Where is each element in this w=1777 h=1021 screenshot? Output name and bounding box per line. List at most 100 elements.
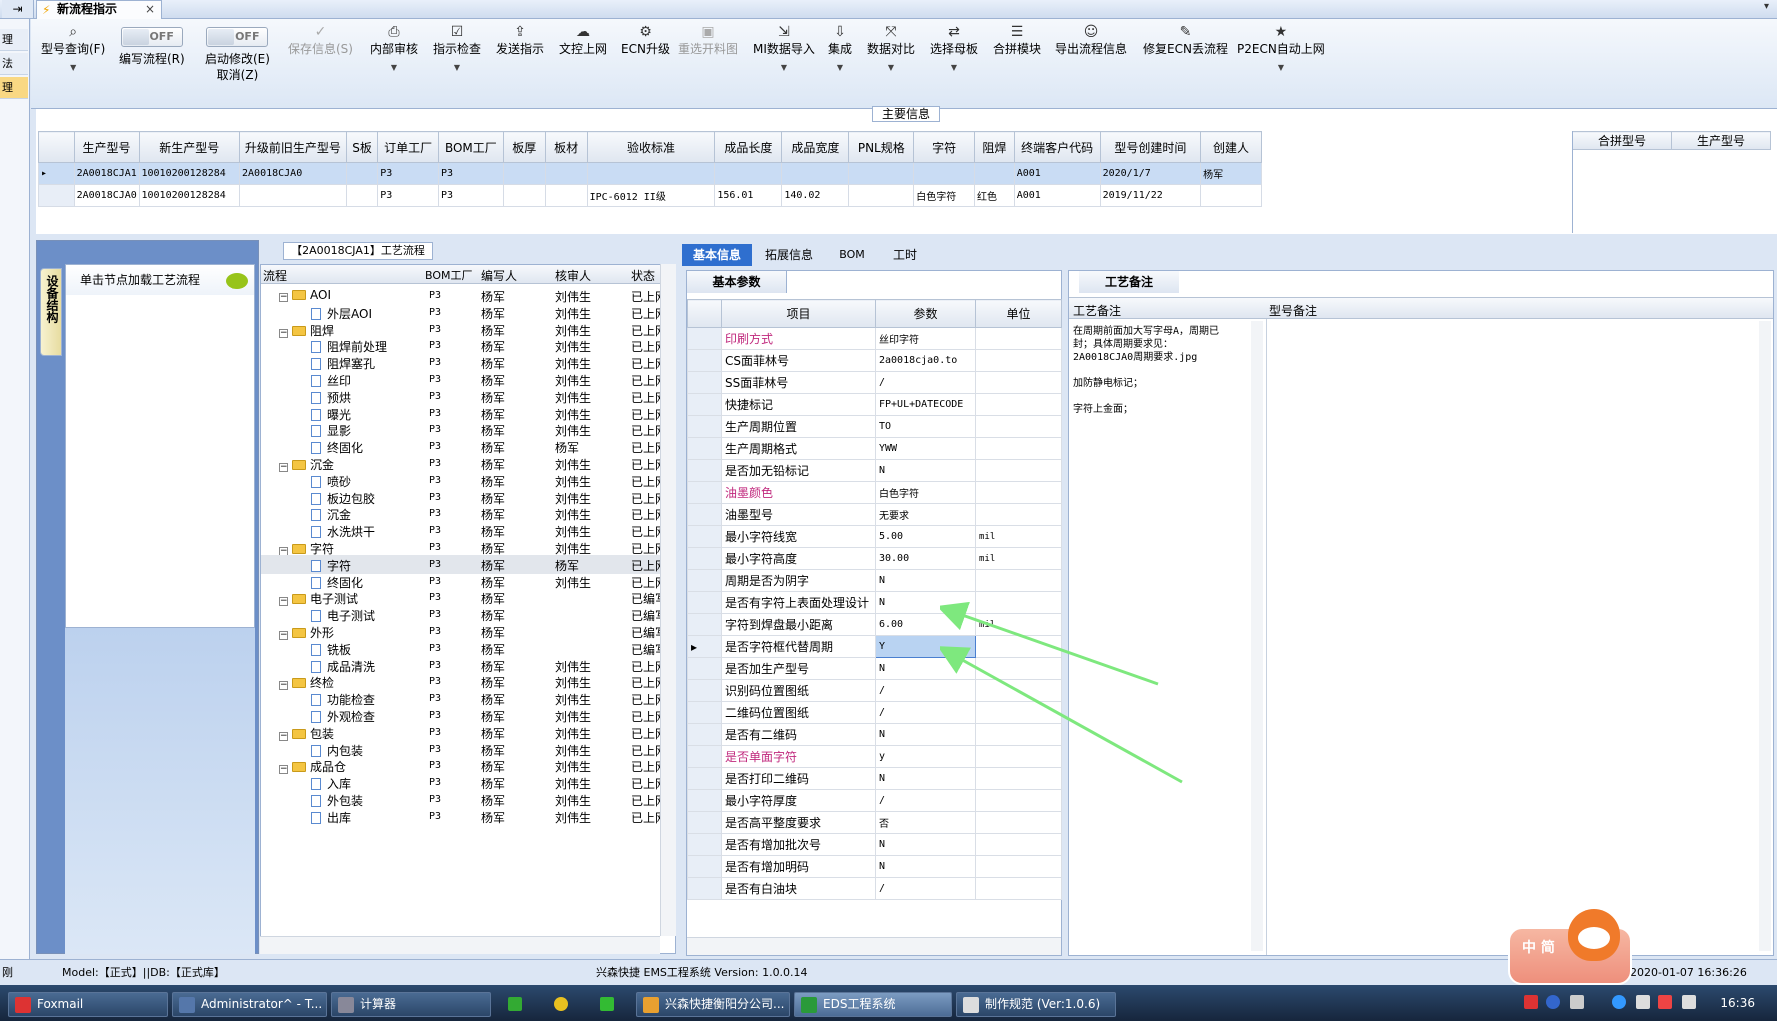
table-cell[interactable]: IPC-6012 II级 (586, 184, 716, 207)
table-cell[interactable]: 杨军 (1200, 162, 1262, 185)
param-item-col[interactable]: 项目 (721, 299, 876, 328)
main-col-header[interactable]: PNL规格 (848, 131, 915, 163)
cancel-edit-label[interactable]: 取消(Z) (205, 67, 270, 83)
merge-module-button[interactable]: ☰ 合拼模块 (993, 23, 1041, 57)
main-col-header[interactable]: 升级前旧生产型号 (239, 131, 347, 163)
param-row[interactable]: 最小字符厚度 / (687, 789, 1062, 812)
flow-step-name[interactable]: − AOI (279, 288, 331, 302)
param-value-cell[interactable]: / (875, 371, 976, 394)
model-notes-scrollbar[interactable] (1759, 321, 1771, 951)
table-row[interactable]: 2A0018CJA0 10010200128284 P3 P3 IPC-6012 II级… (38, 184, 1262, 207)
param-value-cell[interactable]: 5.00 (875, 525, 976, 548)
collapse-icon[interactable]: − (279, 293, 288, 302)
table-cell[interactable] (973, 162, 1015, 185)
table-cell[interactable]: 140.02 (781, 184, 850, 207)
main-col-header[interactable]: 字符 (913, 131, 975, 163)
param-value-cell[interactable]: 丝印字符 (875, 327, 976, 350)
tab-extended-info[interactable]: 拓展信息 (754, 244, 824, 266)
param-value-col[interactable]: 参数 (875, 299, 976, 328)
table-cell[interactable]: 156.01 (714, 184, 783, 207)
dock-item-active[interactable]: 理 (0, 77, 28, 99)
param-row[interactable]: 生产周期格式 YWW (687, 437, 1062, 460)
toggle-switch[interactable]: OFF (120, 27, 183, 47)
main-col-header[interactable]: 订单工厂 (377, 131, 439, 163)
main-col-header[interactable]: BOM工厂 (437, 131, 504, 163)
main-col-header[interactable]: 板材 (544, 131, 588, 163)
chevron-down-icon[interactable]: ▾ (1764, 1, 1769, 12)
p2ecn-auto-online-button[interactable]: ★ P2ECN自动上网 ▼ (1237, 23, 1325, 72)
table-cell[interactable]: P3 (377, 184, 439, 207)
table-cell[interactable] (714, 162, 783, 185)
param-row[interactable]: 快捷标记 FP+UL+DATECODE (687, 393, 1062, 416)
send-instruction-button[interactable]: ⇪ 发送指示 (496, 23, 544, 57)
taskbar-calculator[interactable]: 计算器 (331, 992, 491, 1017)
table-cell[interactable]: A001 (1013, 184, 1101, 207)
table-cell[interactable] (345, 162, 379, 185)
instruction-check-button[interactable]: ☑ 指示检查 ▼ (433, 23, 481, 72)
sogou-icon[interactable] (1524, 995, 1538, 1009)
fix-ecn-flow-button[interactable]: ✎ 修复ECN丢流程 (1143, 23, 1228, 57)
taskbar-foxmail[interactable]: Foxmail (8, 992, 168, 1017)
table-cell[interactable]: 2A0018CJA0 (73, 184, 140, 207)
param-row[interactable]: SS面菲林号 / (687, 371, 1062, 394)
table-row[interactable]: ▸ 2A0018CJA1 10010200128284 2A0018CJA0 P3 P3 A… (38, 162, 1262, 185)
param-value-cell[interactable]: / (875, 789, 976, 812)
main-col-header[interactable]: 验收标准 (586, 131, 716, 163)
table-cell[interactable]: 2A0018CJA1 (73, 162, 140, 185)
main-col-header[interactable]: 成品宽度 (781, 131, 850, 163)
clock[interactable]: 16:36 (1720, 985, 1755, 1021)
params-horizontal-scrollbar[interactable] (687, 937, 1061, 955)
table-cell[interactable] (544, 162, 588, 185)
main-col-header[interactable]: 新生产型号 (138, 131, 241, 163)
table-cell[interactable]: P3 (437, 162, 504, 185)
param-value-cell[interactable]: YWW (875, 437, 976, 460)
merge-model-col[interactable]: 合拼型号 (1572, 131, 1672, 150)
param-row[interactable]: 生产周期位置 TO (687, 415, 1062, 438)
app-icon[interactable] (554, 997, 568, 1011)
table-cell[interactable] (913, 162, 975, 185)
table-cell[interactable] (345, 184, 379, 207)
dock-item[interactable]: 理 (0, 29, 28, 51)
ecn-upgrade-button[interactable]: ⚙ ECN升级 (621, 23, 670, 57)
flow-col-header[interactable]: 流程 (263, 267, 287, 284)
flag-icon[interactable] (1636, 995, 1650, 1009)
table-cell[interactable]: 2A0018CJA0 (239, 162, 347, 185)
spreadsheet-icon[interactable] (600, 997, 614, 1011)
integrate-button[interactable]: ⇩ 集成 ▼ (828, 23, 852, 72)
taskbar-spec[interactable]: 制作规范 (Ver:1.0.6) (956, 992, 1116, 1017)
taskbar-eds-system[interactable]: EDS工程系统 (794, 992, 952, 1017)
param-value-cell[interactable]: 无要求 (875, 503, 976, 526)
process-notes-text[interactable]: 在周期前面加大写字母A，周期已 封；具体周期要求见： 2A0018CJA0周期要… (1073, 325, 1263, 416)
param-row[interactable]: 是否有白油块 / (687, 877, 1062, 900)
table-cell[interactable] (1200, 184, 1262, 207)
param-value-cell[interactable]: FP+UL+DATECODE (875, 393, 976, 416)
process-notes-tab[interactable]: 工艺备注 (1079, 271, 1179, 293)
tab-bom[interactable]: BOM (824, 244, 880, 266)
param-value-cell[interactable]: 白色字符 (875, 481, 976, 504)
reviewer-col-header[interactable]: 核审人 (555, 267, 591, 284)
main-col-header[interactable]: 型号创建时间 (1099, 131, 1202, 163)
load-flow-hint[interactable]: 单击节点加载工艺流程 (66, 265, 254, 295)
data-compare-button[interactable]: ⤧ 数据对比 ▼ (867, 23, 915, 72)
param-row[interactable]: 油墨型号 无要求 (687, 503, 1062, 526)
volume-icon[interactable] (1682, 995, 1696, 1009)
table-cell[interactable] (781, 162, 850, 185)
param-row[interactable]: 周期是否为阴字 N (687, 569, 1062, 592)
main-col-header[interactable]: S板 (345, 131, 379, 163)
network-icon[interactable] (1612, 995, 1626, 1009)
status-col-header[interactable]: 状态 (631, 267, 655, 284)
merge-production-model-col[interactable]: 生产型号 (1671, 131, 1771, 150)
param-value-cell[interactable]: 否 (875, 811, 976, 834)
param-value-cell[interactable]: N (875, 459, 976, 482)
taskbar-terminal[interactable]: Administrator^ - T... (172, 992, 327, 1017)
main-col-header[interactable]: 终端客户代码 (1013, 131, 1101, 163)
tab-work-hours[interactable]: 工时 (880, 244, 930, 266)
param-row[interactable]: 是否加无铅标记 N (687, 459, 1062, 482)
flow-step-name[interactable]: 出库 (311, 809, 351, 826)
param-row[interactable]: 印刷方式 丝印字符 (687, 327, 1062, 350)
flow-tree-row[interactable]: 出库 P3 杨军 刘伟生 已上网 (261, 807, 675, 826)
document-tab[interactable]: ⚡ 新流程指示 × (36, 0, 162, 19)
write-flow-toggle[interactable]: OFF 编写流程(R) (119, 27, 185, 67)
exit-icon[interactable]: ⇥ (2, 0, 34, 18)
table-cell[interactable] (848, 184, 915, 207)
